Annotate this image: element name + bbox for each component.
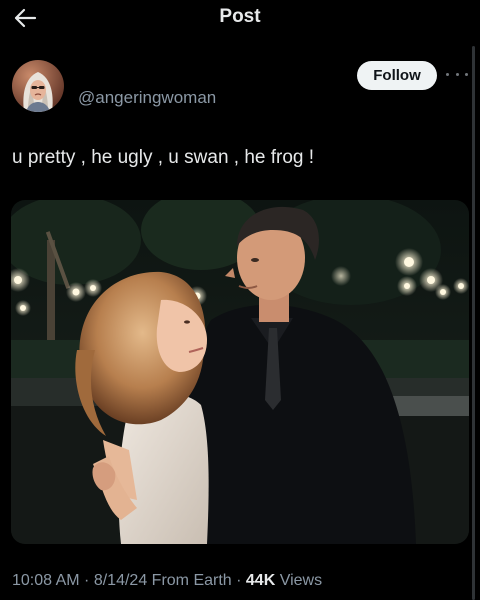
- page-title: Post: [219, 6, 261, 27]
- post-source: From Earth: [147, 572, 232, 589]
- more-horizontal-icon: [446, 72, 449, 76]
- top-bar: Post: [0, 0, 480, 38]
- avatar-woman-headscarf-icon: [12, 60, 64, 112]
- meta-separator: ·: [231, 572, 246, 589]
- meta-separator: ·: [79, 572, 94, 589]
- post-time[interactable]: 10:08 AM: [12, 572, 80, 589]
- more-dot: [455, 72, 459, 76]
- post-text: u pretty , he ugly , u swan , he frog !: [12, 147, 315, 168]
- photo-couple-night-scene-icon: [11, 200, 469, 544]
- more-dot: [465, 72, 468, 76]
- avatar[interactable]: [12, 60, 64, 112]
- views-label: Views: [275, 572, 323, 589]
- more-options-button[interactable]: [446, 66, 468, 82]
- post-media-photo[interactable]: [11, 200, 469, 544]
- post-date[interactable]: 8/14/24: [94, 572, 147, 589]
- scrollbar[interactable]: [472, 46, 475, 600]
- views-count[interactable]: 44K: [246, 572, 275, 589]
- post-meta: 10:08 AM · 8/14/24 From Earth · 44K View…: [12, 572, 322, 590]
- author-handle[interactable]: @angeringwoman: [78, 88, 216, 108]
- follow-button[interactable]: Follow: [357, 61, 437, 90]
